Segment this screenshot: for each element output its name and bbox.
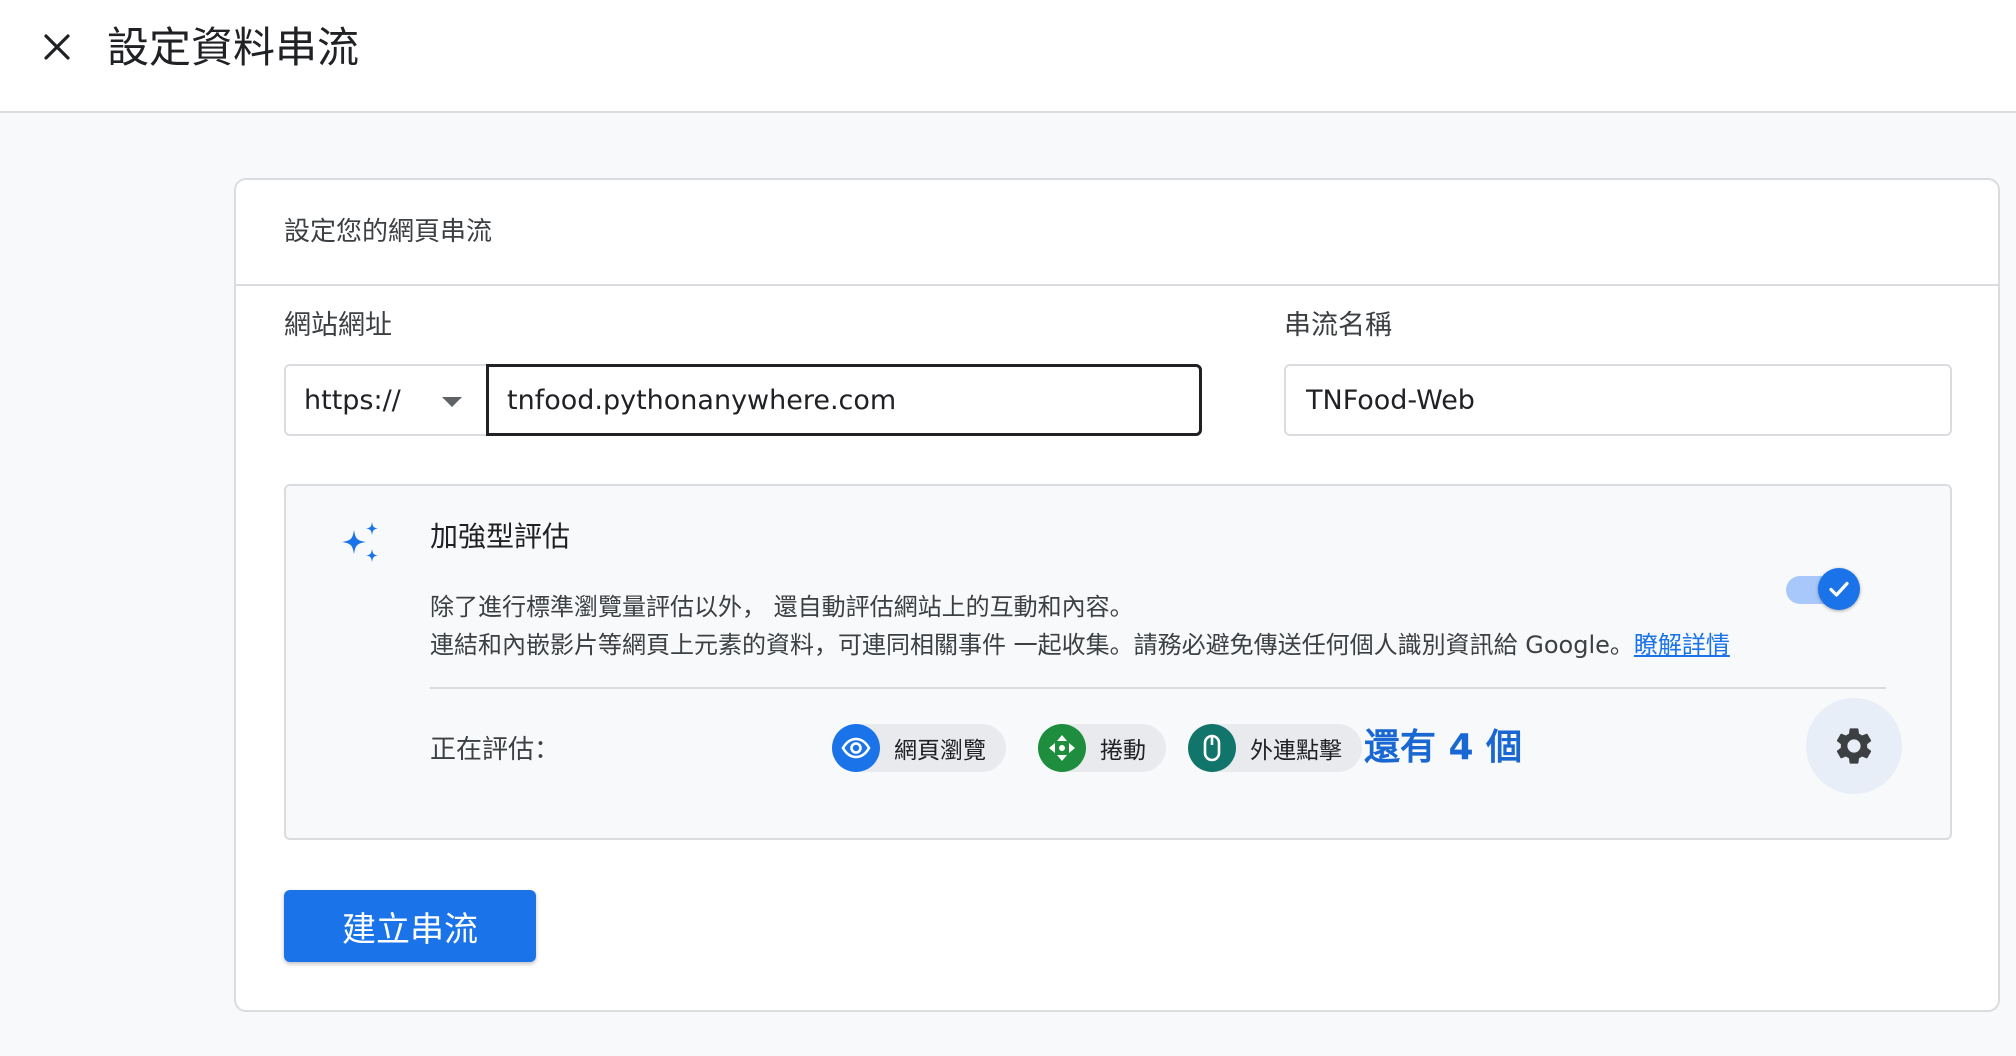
stream-name-label: 串流名稱 bbox=[1284, 310, 1392, 341]
toggle-thumb bbox=[1818, 568, 1860, 610]
chip-page-views[interactable]: 網頁瀏覽 bbox=[832, 724, 1006, 772]
chevron-down-icon bbox=[442, 397, 462, 407]
chip-label: 捲動 bbox=[1100, 738, 1146, 764]
page-title: 設定資料串流 bbox=[107, 23, 360, 72]
top-header: 設定資料串流 bbox=[0, 0, 2016, 113]
close-icon bbox=[44, 34, 70, 60]
more-events-link[interactable]: 還有 4 個 bbox=[1364, 726, 1522, 770]
scroll-arrows-icon bbox=[1038, 724, 1086, 772]
enhanced-measurement-toggle[interactable] bbox=[1786, 568, 1860, 612]
chip-label: 外連點擊 bbox=[1250, 738, 1342, 764]
protocol-value: https:// bbox=[304, 384, 401, 416]
enhanced-description-text: 連結和內嵌影片等網頁上元素的資料，可連同相關事件 一起收集。請務必避免傳送任何個… bbox=[430, 631, 1634, 659]
card-title: 設定您的網頁串流 bbox=[284, 217, 493, 247]
chip-outbound-clicks[interactable]: 外連點擊 bbox=[1188, 724, 1362, 772]
chip-label: 網頁瀏覽 bbox=[894, 738, 986, 764]
enhanced-description-line1: 除了進行標準瀏覽量評估以外， 還自動評估網站上的互動和內容。 bbox=[430, 593, 1134, 621]
enhanced-measurement-panel: 加強型評估 除了進行標準瀏覽量評估以外， 還自動評估網站上的互動和內容。 連結和… bbox=[284, 484, 1952, 840]
close-button[interactable] bbox=[34, 24, 80, 70]
chip-scrolls[interactable]: 捲動 bbox=[1038, 724, 1166, 772]
website-url-input[interactable] bbox=[486, 364, 1202, 436]
protocol-select[interactable]: https:// bbox=[284, 364, 486, 436]
enhanced-divider bbox=[430, 687, 1886, 689]
check-icon bbox=[1829, 581, 1849, 597]
gear-icon bbox=[1836, 728, 1872, 764]
create-stream-button[interactable]: 建立串流 bbox=[284, 890, 536, 962]
stream-name-input[interactable] bbox=[1284, 364, 1952, 436]
sparkle-icon bbox=[342, 522, 378, 562]
enhanced-description-line2: 連結和內嵌影片等網頁上元素的資料，可連同相關事件 一起收集。請務必避免傳送任何個… bbox=[430, 628, 1730, 662]
eye-icon bbox=[832, 724, 880, 772]
website-url-label: 網站網址 bbox=[284, 310, 392, 341]
enhanced-settings-button[interactable] bbox=[1806, 698, 1902, 794]
mouse-icon bbox=[1188, 724, 1236, 772]
measuring-label: 正在評估： bbox=[430, 735, 561, 765]
enhanced-measurement-title: 加強型評估 bbox=[430, 520, 571, 553]
learn-more-link[interactable]: 瞭解詳情 bbox=[1634, 631, 1730, 659]
card-divider bbox=[236, 284, 1998, 286]
web-stream-setup-card: 設定您的網頁串流 網站網址 串流名稱 https:// 加強型評估 除了進行標準… bbox=[234, 178, 2000, 1012]
